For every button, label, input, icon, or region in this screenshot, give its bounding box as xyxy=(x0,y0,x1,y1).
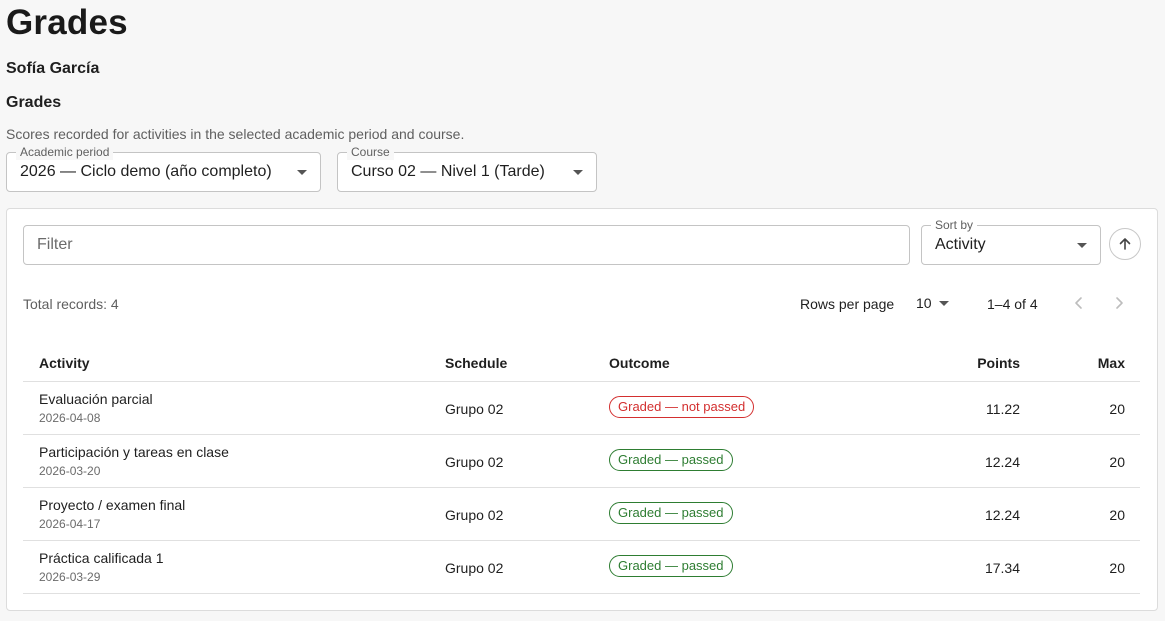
header-schedule[interactable]: Schedule xyxy=(445,354,507,372)
schedule-cell: Grupo 02 xyxy=(445,560,504,576)
header-points[interactable]: Points xyxy=(923,354,1020,372)
course-value: Curso 02 — Nivel 1 (Tarde) xyxy=(351,163,545,180)
sort-by-value: Activity xyxy=(935,236,986,253)
sort-direction-button[interactable] xyxy=(1109,228,1141,260)
academic-period-value: 2026 — Ciclo demo (año completo) xyxy=(20,163,272,180)
max-cell: 20 xyxy=(1109,454,1125,470)
status-badge: Graded — passed xyxy=(609,555,733,577)
chevron-down-icon xyxy=(297,170,307,175)
grades-table: Activity Schedule Outcome Points Max Eva… xyxy=(23,344,1140,594)
schedule-cell: Grupo 02 xyxy=(445,454,504,470)
sort-by-label: Sort by xyxy=(931,217,978,233)
chevron-down-icon xyxy=(1077,243,1087,248)
header-outcome[interactable]: Outcome xyxy=(609,354,670,372)
activity-date: 2026-04-08 xyxy=(39,411,101,425)
pagination-range: 1–4 of 4 xyxy=(987,296,1038,312)
header-max[interactable]: Max xyxy=(1053,354,1125,372)
schedule-cell: Grupo 02 xyxy=(445,401,504,417)
chevron-right-icon xyxy=(1116,297,1123,309)
arrow-up-icon xyxy=(1119,238,1131,250)
table-row[interactable]: Evaluación parcial 2026-04-08 Grupo 02 G… xyxy=(23,382,1140,435)
table-row[interactable]: Participación y tareas en clase 2026-03-… xyxy=(23,435,1140,488)
rows-per-page-value: 10 xyxy=(916,295,932,311)
chevron-down-icon xyxy=(573,170,583,175)
chevron-left-icon xyxy=(1075,297,1082,309)
student-name: Sofía García xyxy=(6,60,100,77)
points-cell: 11.22 xyxy=(986,401,1020,417)
table-header: Activity Schedule Outcome Points Max xyxy=(23,344,1140,382)
course-label: Course xyxy=(347,144,394,160)
grades-card: Sort by Activity Total records: 4 Rows p… xyxy=(6,208,1158,611)
points-cell: 17.34 xyxy=(984,560,1020,576)
activity-name: Proyecto / examen final xyxy=(39,497,186,513)
chevron-down-icon xyxy=(939,301,949,306)
section-title: Grades xyxy=(6,94,62,111)
academic-period-label: Academic period xyxy=(16,144,114,160)
course-select[interactable]: Course Curso 02 — Nivel 1 (Tarde) xyxy=(337,144,597,192)
table-row[interactable]: Proyecto / examen final 2026-04-17 Grupo… xyxy=(23,488,1140,541)
points-cell: 12.24 xyxy=(984,454,1020,470)
max-cell: 20 xyxy=(1109,401,1125,417)
total-records: Total records: 4 xyxy=(23,296,119,312)
header-activity[interactable]: Activity xyxy=(39,354,90,372)
table-row[interactable]: Práctica calificada 1 2026-03-29 Grupo 0… xyxy=(23,541,1140,594)
activity-name: Participación y tareas en clase xyxy=(39,444,229,460)
rows-per-page-select[interactable]: 10 xyxy=(912,293,952,315)
activity-name: Práctica calificada 1 xyxy=(39,550,164,566)
max-cell: 20 xyxy=(1109,560,1125,576)
activity-date: 2026-03-29 xyxy=(39,570,101,584)
max-cell: 20 xyxy=(1109,507,1125,523)
activity-date: 2026-03-20 xyxy=(39,464,101,478)
points-cell: 12.24 xyxy=(984,507,1020,523)
section-description: Scores recorded for activities in the se… xyxy=(6,126,465,142)
sort-by-select[interactable]: Sort by Activity xyxy=(921,217,1101,265)
status-badge: Graded — passed xyxy=(609,449,733,471)
schedule-cell: Grupo 02 xyxy=(445,507,504,523)
activity-name: Evaluación parcial xyxy=(39,391,153,407)
previous-page-button[interactable] xyxy=(1069,293,1089,313)
academic-period-select[interactable]: Academic period 2026 — Ciclo demo (año c… xyxy=(6,144,321,192)
next-page-button[interactable] xyxy=(1109,293,1129,313)
status-badge: Graded — not passed xyxy=(609,396,755,418)
activity-date: 2026-04-17 xyxy=(39,517,101,531)
status-badge: Graded — passed xyxy=(609,502,733,524)
page-title: Grades xyxy=(6,3,128,42)
rows-per-page-label: Rows per page xyxy=(800,296,895,312)
filter-input[interactable] xyxy=(23,225,910,265)
